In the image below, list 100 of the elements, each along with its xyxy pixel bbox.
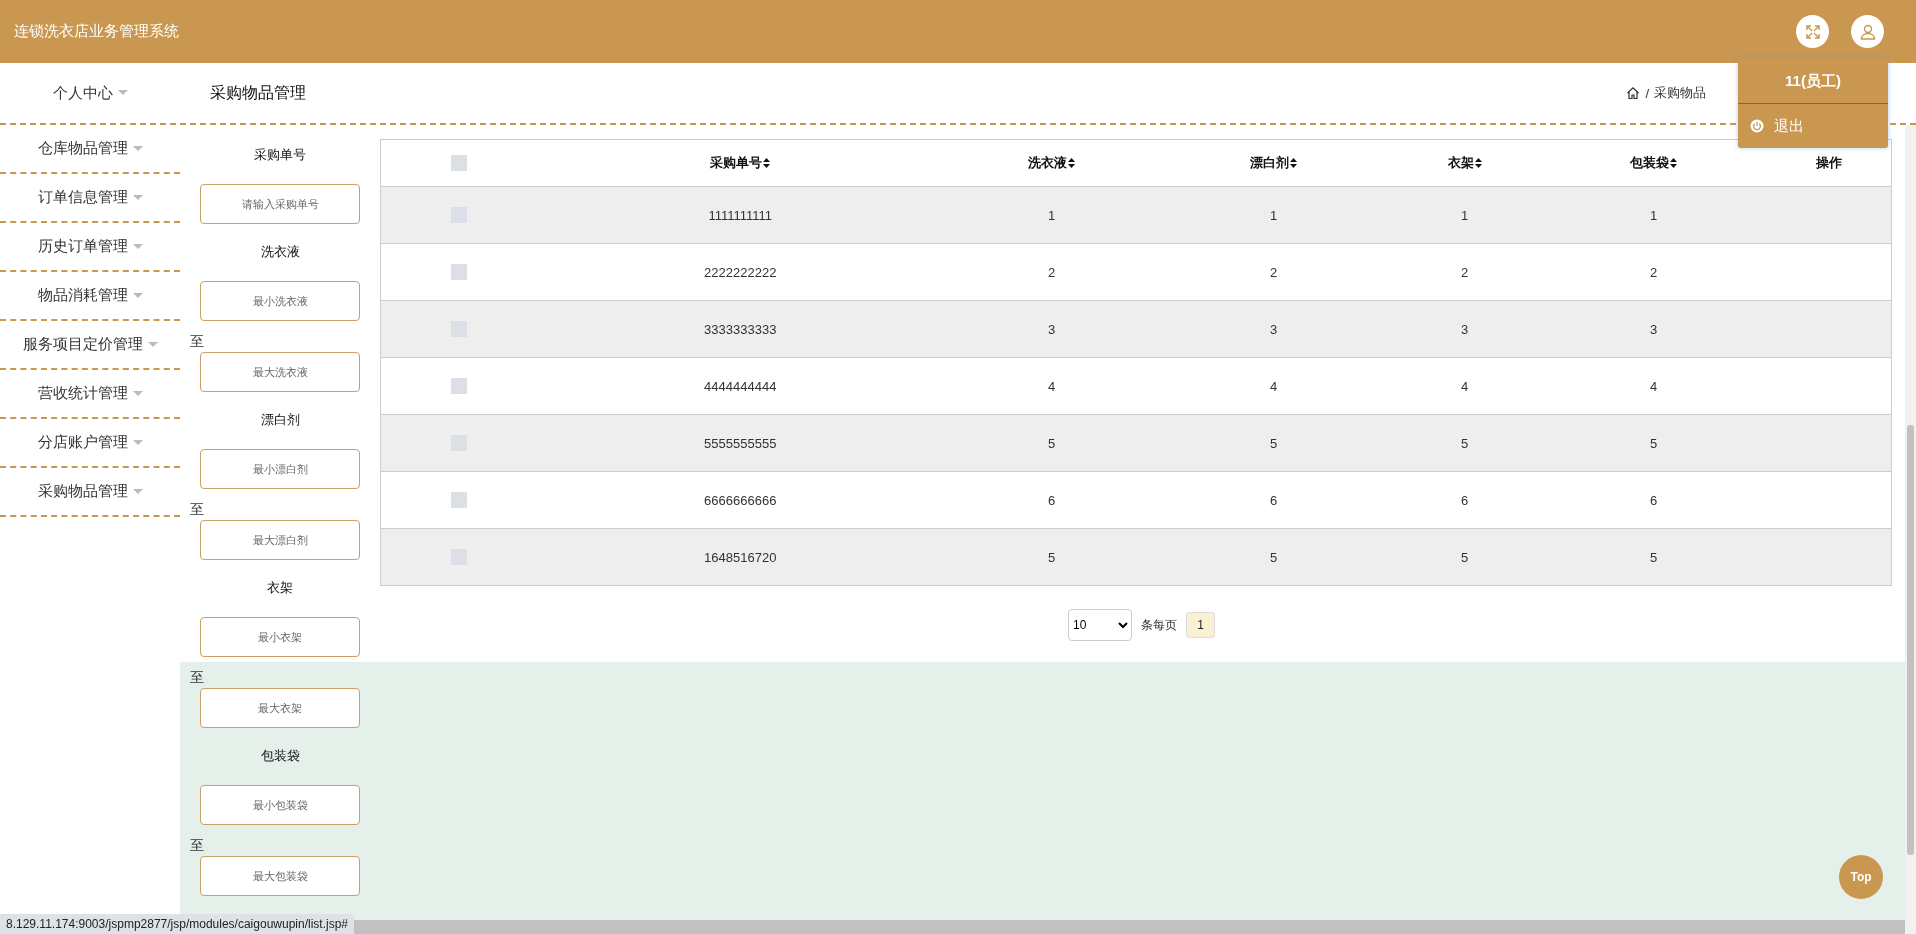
sidebar-item[interactable]: 采购物品管理 <box>0 468 180 517</box>
caret-icon <box>132 292 143 299</box>
caret-icon <box>147 341 158 348</box>
checkbox[interactable] <box>450 264 467 281</box>
filter-label: 采购单号 <box>253 146 307 164</box>
range-separator: 至 <box>190 500 204 519</box>
input-field[interactable]: 最大包装袋 <box>200 856 360 896</box>
column-header[interactable]: 包装袋 <box>1630 154 1677 172</box>
caret-icon <box>117 90 128 96</box>
scrollbar[interactable] <box>1905 125 1916 934</box>
user-name: 11(员工) <box>1738 58 1888 104</box>
sort-icon <box>763 158 771 168</box>
table-cell: 1 <box>1460 207 1469 223</box>
table-cell: 6 <box>1270 492 1278 508</box>
table-cell: 4 <box>1047 378 1056 394</box>
caret-icon <box>132 488 143 495</box>
column-header[interactable]: 漂白剂 <box>1250 154 1298 172</box>
page-size-select[interactable]: 10 <box>1068 609 1132 641</box>
sidebar-item[interactable]: 分店账户管理 <box>0 419 180 468</box>
filter-label: 洗衣液 <box>259 243 301 261</box>
table-cell: 3 <box>1649 321 1658 337</box>
page-title: 采购物品管理 <box>210 82 307 103</box>
sidebar-item[interactable]: 营收统计管理 <box>0 370 180 419</box>
page-button[interactable]: 1 <box>1186 612 1215 638</box>
filter-label: 漂白剂 <box>259 411 301 429</box>
input-field[interactable]: 最小衣架 <box>200 617 360 657</box>
table-cell: 4 <box>1460 378 1469 394</box>
table-cell: 5 <box>1649 549 1658 565</box>
sort-icon <box>1474 158 1482 168</box>
input-field[interactable]: 最大漂白剂 <box>200 520 360 560</box>
user-icon[interactable] <box>1851 15 1884 48</box>
sort-icon <box>1290 158 1298 168</box>
caret-icon <box>132 194 143 201</box>
sidebar-item[interactable]: 个人中心 <box>52 83 128 103</box>
caret-icon <box>132 243 143 250</box>
table-cell: 6 <box>1649 492 1658 508</box>
sidebar-item[interactable]: 订单信息管理 <box>0 174 180 223</box>
table-cell: 4 <box>1270 378 1278 394</box>
table-cell: 6666666666 <box>704 492 777 508</box>
filter-label: 衣架 <box>266 579 294 597</box>
checkbox[interactable] <box>450 492 467 509</box>
caret-icon <box>132 439 143 446</box>
power-icon <box>1750 119 1764 133</box>
range-separator: 至 <box>190 668 204 687</box>
breadcrumb-item: 采购物品 <box>1654 84 1706 102</box>
range-separator: 至 <box>190 332 204 351</box>
table-cell: 3 <box>1270 321 1278 337</box>
caret-icon <box>132 145 143 152</box>
table-cell: 2222222222 <box>704 264 777 280</box>
checkbox[interactable] <box>450 378 467 395</box>
input-field[interactable]: 最小包装袋 <box>200 785 360 825</box>
table-cell: 6 <box>1047 492 1056 508</box>
sidebar-item[interactable]: 历史订单管理 <box>0 223 180 272</box>
sidebar-item[interactable]: 物品消耗管理 <box>0 272 180 321</box>
sort-icon <box>1068 158 1076 168</box>
breadcrumb-separator: / <box>1645 85 1649 101</box>
table-cell: 3 <box>1047 321 1056 337</box>
checkbox[interactable] <box>450 155 467 172</box>
sort-icon <box>1670 158 1677 168</box>
status-url: 8.129.11.174:9003/jspmp2877/jsp/modules/caigouwupin/list.jsp# <box>0 914 354 934</box>
table-cell: 3333333333 <box>704 321 777 337</box>
input-field[interactable]: 最小漂白剂 <box>200 449 360 489</box>
column-header[interactable]: 衣架 <box>1447 154 1482 172</box>
table-cell: 5555555555 <box>704 435 777 451</box>
table-cell: 1111111111 <box>708 207 773 223</box>
table-cell: 1 <box>1649 207 1658 223</box>
table-cell: 5 <box>1460 549 1469 565</box>
horizontal-scrollbar[interactable] <box>354 920 1905 934</box>
caret-icon <box>132 390 143 397</box>
table-cell: 2 <box>1460 264 1469 280</box>
per-page-label: 条每页 <box>1141 616 1177 634</box>
sidebar-item[interactable]: 仓库物品管理 <box>0 125 180 174</box>
app-title: 连锁洗衣店业务管理系统 <box>14 22 179 41</box>
table-cell: 2 <box>1649 264 1658 280</box>
range-separator: 至 <box>190 836 204 855</box>
table-cell: 6 <box>1460 492 1469 508</box>
column-header[interactable]: 操作 <box>1815 154 1842 172</box>
table-cell: 5 <box>1047 549 1056 565</box>
table-cell: 2 <box>1047 264 1056 280</box>
fullscreen-icon[interactable] <box>1796 15 1829 48</box>
input-field[interactable]: 最大洗衣液 <box>200 352 360 392</box>
column-header[interactable]: 洗衣液 <box>1028 154 1076 172</box>
table-cell: 1 <box>1047 207 1056 223</box>
column-header[interactable]: 采购单号 <box>710 154 771 172</box>
home-icon[interactable] <box>1626 86 1641 100</box>
input-field[interactable]: 最大衣架 <box>200 688 360 728</box>
table-cell: 5 <box>1047 435 1056 451</box>
table-cell: 1648516720 <box>704 549 777 565</box>
table-cell: 2 <box>1270 264 1278 280</box>
sidebar-item[interactable]: 服务项目定价管理 <box>0 321 180 370</box>
table-cell: 5 <box>1270 435 1278 451</box>
filter-label: 包装袋 <box>259 747 301 765</box>
table-cell: 1 <box>1270 207 1278 223</box>
input-field[interactable]: 请输入采购单号 <box>200 184 360 224</box>
table-cell: 5 <box>1460 435 1469 451</box>
input-field[interactable]: 最小洗衣液 <box>200 281 360 321</box>
table-cell: 5 <box>1270 549 1278 565</box>
table-cell: 5 <box>1649 435 1658 451</box>
table-cell: 4 <box>1649 378 1658 394</box>
table-cell: 4444444444 <box>704 378 777 394</box>
